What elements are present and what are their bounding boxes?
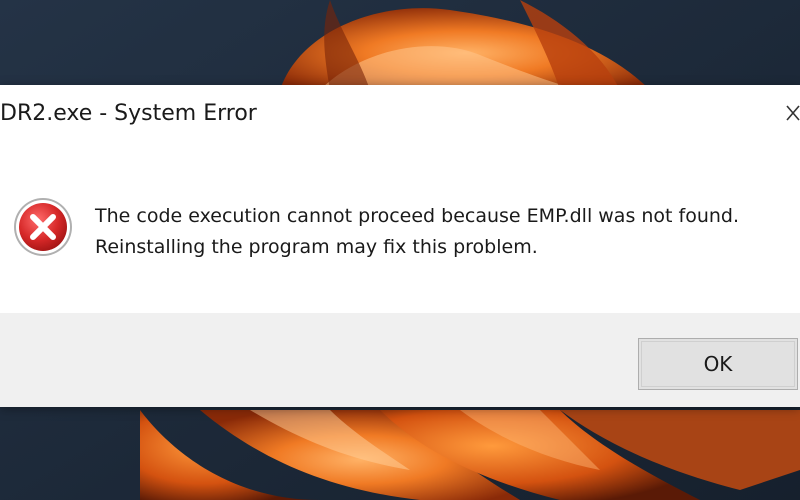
- close-icon: [786, 105, 800, 121]
- dialog-titlebar[interactable]: DR2.exe - System Error: [0, 85, 800, 145]
- error-message-line-1: The code execution cannot proceed becaus…: [95, 205, 740, 227]
- system-error-dialog: DR2.exe - System Error The code executio…: [0, 85, 800, 407]
- ok-button[interactable]: OK: [638, 338, 798, 390]
- dialog-body: The code execution cannot proceed becaus…: [0, 145, 800, 313]
- screen: DR2.exe - System Error The code executio…: [0, 0, 800, 500]
- error-message: The code execution cannot proceed becaus…: [95, 201, 785, 263]
- dialog-footer: OK: [0, 313, 800, 407]
- error-message-line-2: Reinstalling the program may fix this pr…: [95, 236, 538, 258]
- close-button[interactable]: [776, 95, 800, 131]
- error-icon: [14, 198, 72, 256]
- dialog-title: DR2.exe - System Error: [0, 101, 257, 126]
